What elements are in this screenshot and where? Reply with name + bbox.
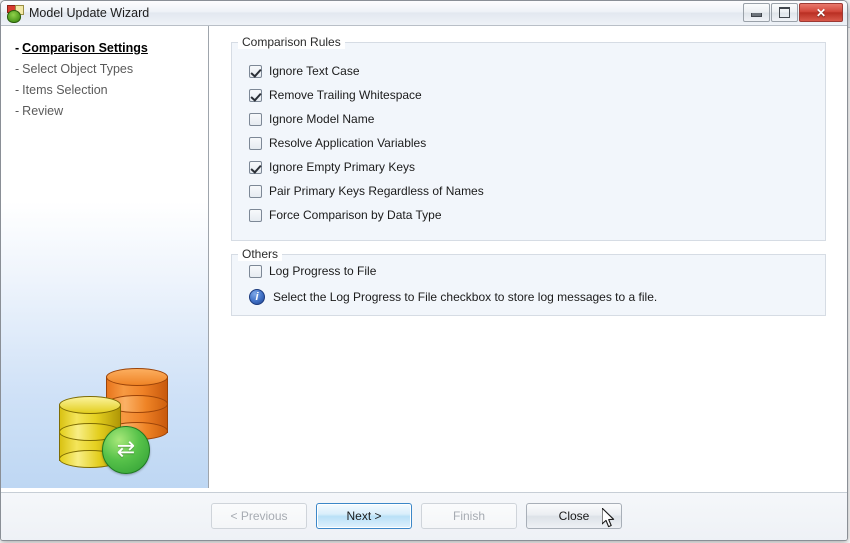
info-message: i Select the Log Progress to File checkb… xyxy=(249,289,657,305)
dialog-body: - Comparison Settings - Select Object Type… xyxy=(1,26,847,492)
checkbox-row-force-comparison-by-data-type[interactable]: Force Comparison by Data Type xyxy=(249,208,442,222)
next-button[interactable]: Next > xyxy=(316,503,412,529)
dialog-footer: < Previous Next > Finish Close xyxy=(1,492,847,540)
title-bar[interactable]: Model Update Wizard ✕ xyxy=(1,1,847,26)
info-message-text: Select the Log Progress to File checkbox… xyxy=(273,290,658,304)
checkbox-label: Ignore Model Name xyxy=(269,112,375,126)
checkbox-label: Remove Trailing Whitespace xyxy=(269,88,422,102)
checkbox-row-log-progress-to-file[interactable]: Log Progress to File xyxy=(249,264,376,278)
checkbox-log-progress-to-file[interactable] xyxy=(249,264,262,278)
checkbox-resolve-application-variables[interactable] xyxy=(249,136,262,150)
maximize-button[interactable] xyxy=(771,3,798,22)
info-icon: i xyxy=(249,289,265,305)
checkbox-label: Ignore Text Case xyxy=(269,64,360,78)
checkbox-force-comparison-by-data-type[interactable] xyxy=(249,208,262,222)
step-list: - Comparison Settings - Select Object Type… xyxy=(1,26,208,122)
checkbox-pair-primary-keys-regardless-of-names[interactable] xyxy=(249,184,262,198)
close-button[interactable]: ✕ xyxy=(799,3,843,22)
others-label: Others xyxy=(238,247,283,261)
checkbox-row-remove-trailing-whitespace[interactable]: Remove Trailing Whitespace xyxy=(249,88,422,102)
database-sync-illustration: ⇄ xyxy=(59,368,179,486)
maximize-icon xyxy=(779,7,790,18)
checkbox-row-ignore-text-case[interactable]: Ignore Text Case xyxy=(249,64,360,78)
window-controls: ✕ xyxy=(743,3,843,22)
checkbox-row-resolve-application-variables[interactable]: Resolve Application Variables xyxy=(249,136,426,150)
sidebar-item-label: Select Object Types xyxy=(22,62,134,76)
checkbox-ignore-text-case[interactable] xyxy=(249,64,262,78)
checkbox-ignore-model-name[interactable] xyxy=(249,112,262,126)
sidebar-item-review[interactable]: - Review xyxy=(15,101,208,122)
sidebar-item-comparison-settings[interactable]: - Comparison Settings xyxy=(15,38,208,59)
others-group: Others Log Progress to File i Select the… xyxy=(231,247,826,316)
previous-button[interactable]: < Previous xyxy=(211,503,307,529)
wizard-step-sidebar: - Comparison Settings - Select Object Type… xyxy=(1,26,209,488)
model-update-wizard-dialog: Model Update Wizard ✕ - Comparison Settin… xyxy=(0,0,848,541)
step-dash: - xyxy=(15,62,20,76)
sidebar-item-items-selection[interactable]: - Items Selection xyxy=(15,80,208,101)
sidebar-item-select-object-types[interactable]: - Select Object Types xyxy=(15,59,208,80)
checkbox-label: Resolve Application Variables xyxy=(269,136,427,150)
checkbox-label: Force Comparison by Data Type xyxy=(269,208,442,222)
comparison-rules-label: Comparison Rules xyxy=(238,35,345,49)
sync-icon: ⇄ xyxy=(102,426,150,474)
close-dialog-button[interactable]: Close xyxy=(526,503,622,529)
checkbox-ignore-empty-primary-keys[interactable] xyxy=(249,160,262,174)
step-dash: - xyxy=(15,83,20,97)
checkbox-row-ignore-empty-primary-keys[interactable]: Ignore Empty Primary Keys xyxy=(249,160,415,174)
checkbox-remove-trailing-whitespace[interactable] xyxy=(249,88,262,102)
minimize-button[interactable] xyxy=(743,3,770,22)
window-title: Model Update Wizard xyxy=(29,6,150,20)
sync-arrows-glyph: ⇄ xyxy=(116,437,136,462)
close-icon: ✕ xyxy=(815,5,827,20)
checkbox-row-pair-primary-keys-regardless-of-names[interactable]: Pair Primary Keys Regardless of Names xyxy=(249,184,484,198)
sidebar-item-label: Review xyxy=(22,104,64,118)
checkbox-label: Log Progress to File xyxy=(269,264,377,278)
settings-panel: Comparison Rules Ignore Text Case Remove… xyxy=(210,26,847,492)
checkbox-label: Ignore Empty Primary Keys xyxy=(269,160,416,174)
finish-button[interactable]: Finish xyxy=(421,503,517,529)
checkbox-row-ignore-model-name[interactable]: Ignore Model Name xyxy=(249,112,374,126)
checkbox-label: Pair Primary Keys Regardless of Names xyxy=(269,184,484,198)
step-dash: - xyxy=(15,104,20,118)
wizard-icon xyxy=(6,4,24,23)
minimize-icon xyxy=(751,13,762,17)
step-dash: - xyxy=(15,41,20,55)
sidebar-item-label: Items Selection xyxy=(22,83,108,97)
sidebar-item-label: Comparison Settings xyxy=(22,41,148,55)
comparison-rules-group: Comparison Rules Ignore Text Case Remove… xyxy=(231,35,826,241)
